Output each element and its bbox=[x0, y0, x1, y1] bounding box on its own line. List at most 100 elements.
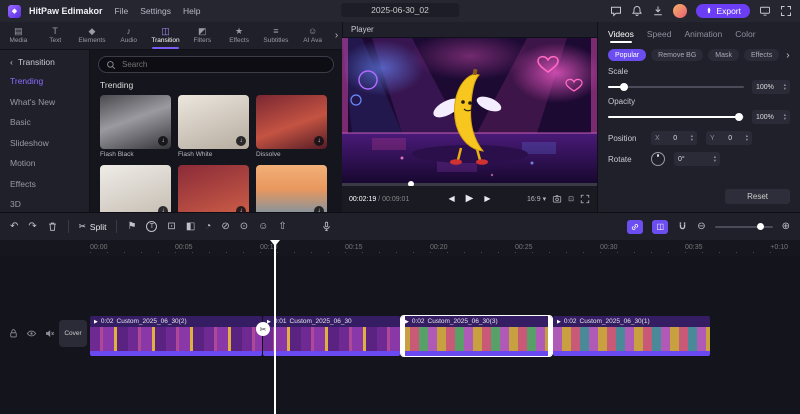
subtab-mask[interactable]: Mask bbox=[708, 49, 739, 61]
timeline-clip-selected[interactable]: ▶ 0:02 Custom_2025_06_30(3) bbox=[400, 315, 553, 357]
chat-icon[interactable] bbox=[610, 5, 622, 17]
snapshot-icon[interactable] bbox=[552, 194, 562, 204]
playhead-handle[interactable] bbox=[270, 240, 280, 246]
user-avatar[interactable] bbox=[673, 4, 688, 18]
fit-screen-icon[interactable]: ⊡ bbox=[568, 195, 574, 203]
undo-icon[interactable]: ↶ bbox=[10, 221, 18, 232]
ripple-link-icon[interactable] bbox=[627, 219, 644, 234]
tabs-overflow-chevron-icon[interactable]: › bbox=[331, 22, 342, 49]
reset-button[interactable]: Reset bbox=[725, 189, 790, 204]
ai-avatar-tool-icon[interactable]: ☺ bbox=[258, 221, 268, 232]
fullscreen-icon[interactable] bbox=[780, 5, 792, 17]
mask-tool-icon[interactable]: ◧ bbox=[186, 221, 195, 232]
tab-audio[interactable]: ♪ Audio bbox=[110, 22, 147, 49]
notification-icon[interactable] bbox=[631, 5, 643, 17]
chroma-key-icon[interactable]: ⊘ bbox=[221, 221, 229, 232]
stepper-down-icon[interactable]: ▾ bbox=[691, 137, 693, 142]
sidebar-item-motion[interactable]: Motion bbox=[10, 158, 89, 168]
zoom-slider-knob[interactable] bbox=[756, 222, 764, 230]
position-y-stepper[interactable]: Y 0 ▴ ▾ bbox=[706, 131, 752, 145]
playhead-line[interactable] bbox=[274, 240, 276, 414]
subtabs-more-chevron-icon[interactable]: › bbox=[786, 50, 789, 61]
rotate-dial-icon[interactable] bbox=[651, 152, 665, 166]
cover-button[interactable]: Cover bbox=[59, 320, 87, 347]
scale-slider-knob[interactable] bbox=[620, 83, 629, 91]
aspect-ratio-select[interactable]: 16:9 ▾ bbox=[527, 195, 546, 204]
zoom-out-icon[interactable]: ⊖ bbox=[697, 221, 705, 232]
speed-tool-icon[interactable]: ◔ bbox=[205, 221, 211, 232]
transition-card[interactable]: ↓ Flash Black bbox=[100, 95, 171, 158]
transition-card[interactable]: ↓ bbox=[100, 165, 171, 212]
transition-card[interactable]: ↓ bbox=[256, 165, 327, 212]
track-mute-icon[interactable] bbox=[44, 328, 55, 339]
opacity-slider-knob[interactable] bbox=[734, 113, 743, 121]
sidebar-item-slideshow[interactable]: Slideshow bbox=[10, 138, 89, 148]
screen-mirror-icon[interactable] bbox=[759, 5, 771, 17]
rotate-value-stepper[interactable]: 0° ▴ ▾ bbox=[674, 152, 720, 166]
zoom-in-icon[interactable]: ⊕ bbox=[782, 221, 790, 232]
scale-value-stepper[interactable]: 100% ▴ ▾ bbox=[752, 80, 790, 94]
snapshot-tool-icon[interactable]: ⊙ bbox=[240, 221, 248, 232]
timeline-clip[interactable]: ▶ 0:01 Custom_2025_06_30 bbox=[263, 316, 400, 356]
stepper-down-icon[interactable]: ▾ bbox=[714, 158, 716, 163]
tab-ai-avatar[interactable]: ☺ AI Ava bbox=[294, 22, 331, 49]
tab-effects[interactable]: ★ Effects bbox=[221, 22, 258, 49]
tab-subtitles[interactable]: ≡ Subtitles bbox=[257, 22, 294, 49]
sidebar-item-whats-new[interactable]: What's New bbox=[10, 97, 89, 107]
search-input[interactable] bbox=[120, 59, 326, 70]
timeline-clip[interactable]: ▶ 0:02 Custom_2025_06_30(2) bbox=[90, 316, 262, 356]
tab-elements[interactable]: ◆ Elements bbox=[74, 22, 111, 49]
download-badge-icon[interactable]: ↓ bbox=[236, 136, 246, 146]
stepper-down-icon[interactable]: ▾ bbox=[784, 86, 786, 91]
props-tab-color[interactable]: Color bbox=[735, 29, 755, 39]
player-fullscreen-icon[interactable] bbox=[580, 194, 590, 204]
prev-frame-button[interactable]: ◀ bbox=[448, 195, 454, 203]
sidebar-item-basic[interactable]: Basic bbox=[10, 117, 89, 127]
project-title[interactable]: 2025-06-30_02 bbox=[341, 3, 459, 17]
tab-transition[interactable]: ◫ Transition bbox=[147, 22, 184, 49]
redo-icon[interactable]: ↷ bbox=[28, 221, 36, 232]
marker-tool-icon[interactable]: ⚑ bbox=[127, 221, 136, 232]
upload-tool-icon[interactable]: ⇧ bbox=[278, 221, 286, 232]
clip-trim-handle-left[interactable] bbox=[401, 316, 405, 356]
download-badge-icon[interactable]: ↓ bbox=[314, 136, 324, 146]
scale-slider[interactable] bbox=[608, 83, 744, 91]
menu-settings[interactable]: Settings bbox=[140, 6, 171, 16]
timeline-ruler[interactable]: 00:00 00:05 00:10 00:15 00:20 00:25 00:3… bbox=[0, 240, 800, 256]
download-badge-icon[interactable]: ↓ bbox=[158, 136, 168, 146]
menu-help[interactable]: Help bbox=[183, 6, 200, 16]
props-tab-animation[interactable]: Animation bbox=[684, 29, 722, 39]
mic-icon[interactable] bbox=[321, 221, 332, 232]
menu-file[interactable]: File bbox=[115, 6, 129, 16]
track-lock-icon[interactable] bbox=[8, 328, 19, 339]
track-mode-icon[interactable]: ◫ bbox=[652, 219, 669, 234]
export-button[interactable]: Export bbox=[696, 4, 750, 18]
props-tab-videos[interactable]: Videos bbox=[608, 29, 634, 43]
clip-trim-handle-right[interactable] bbox=[548, 316, 552, 356]
sidebar-item-3d[interactable]: 3D bbox=[10, 199, 89, 209]
crop-tool-icon[interactable]: ⊡ bbox=[167, 221, 175, 232]
subtab-remove-bg[interactable]: Remove BG bbox=[651, 49, 704, 61]
tab-filters[interactable]: ◩ Filters bbox=[184, 22, 221, 49]
stepper-down-icon[interactable]: ▾ bbox=[746, 137, 748, 142]
tab-text[interactable]: T Text bbox=[37, 22, 74, 49]
subtab-effects[interactable]: Effects bbox=[744, 49, 780, 61]
split-button[interactable]: ✂ Split bbox=[79, 221, 107, 232]
track-visibility-icon[interactable] bbox=[26, 328, 37, 339]
timeline-zoom-slider[interactable] bbox=[714, 222, 773, 230]
stepper-down-icon[interactable]: ▾ bbox=[784, 116, 786, 121]
split-cursor-icon[interactable]: ✂ bbox=[256, 322, 270, 336]
back-chevron-icon[interactable]: ‹ bbox=[10, 57, 13, 67]
download-icon[interactable] bbox=[652, 5, 664, 17]
transition-card[interactable]: ↓ bbox=[178, 165, 249, 212]
timeline-clip[interactable]: ▶ 0:02 Custom_2025_06_30(1) bbox=[553, 316, 710, 356]
opacity-slider[interactable] bbox=[608, 113, 744, 121]
magnet-icon[interactable] bbox=[677, 221, 688, 232]
sidebar-item-effects[interactable]: Effects bbox=[10, 179, 89, 189]
transition-card[interactable]: ↓ Flash White bbox=[178, 95, 249, 158]
position-x-stepper[interactable]: X 0 ▴ ▾ bbox=[651, 131, 697, 145]
subtab-popular[interactable]: Popular bbox=[608, 49, 647, 61]
play-button[interactable]: ▶ bbox=[466, 194, 474, 204]
props-tab-speed[interactable]: Speed bbox=[647, 29, 672, 39]
next-frame-button[interactable]: ▶ bbox=[484, 195, 490, 203]
